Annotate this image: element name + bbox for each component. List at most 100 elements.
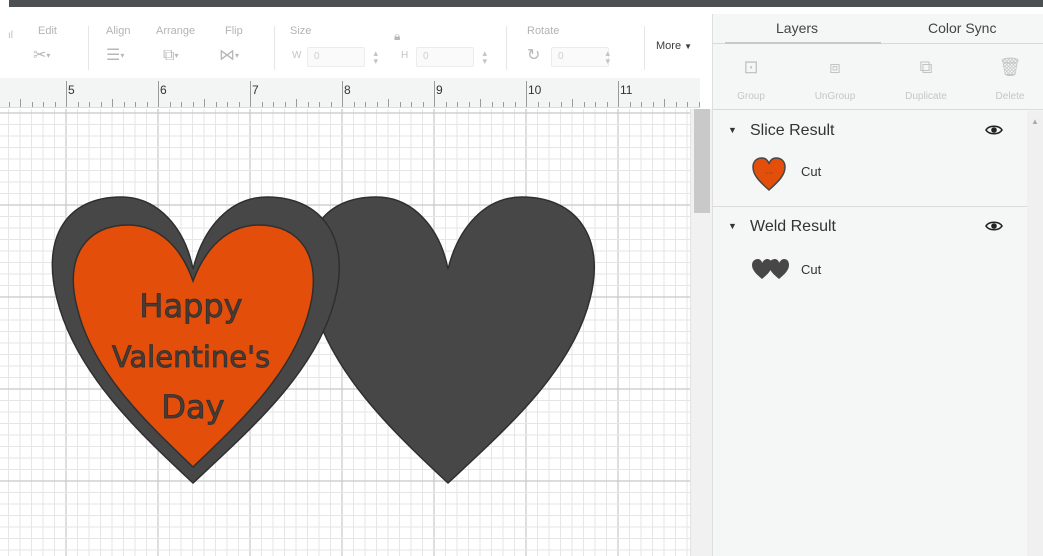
ruler-tick: [100, 102, 102, 107]
ruler-tick: [89, 102, 90, 107]
ruler-tick: [388, 99, 389, 107]
layer-group-slice-result[interactable]: ▼ Slice Result: [713, 115, 1027, 147]
ruler-tick: [261, 102, 263, 107]
toolbar-divider: [88, 26, 89, 70]
width-input[interactable]: 0 ▴ ▾: [307, 47, 378, 67]
ruler-tick: [365, 102, 366, 107]
ruler-tick: [537, 102, 539, 107]
ungroup-label: UnGroup: [814, 91, 856, 102]
ruler-tick: [204, 99, 205, 107]
rotate-label: Rotate: [527, 25, 560, 37]
group-icon: ⊡: [743, 57, 759, 77]
ruler-tick: [549, 102, 550, 107]
ruler-tick: [560, 102, 562, 107]
arrange-icon[interactable]: ⧉▾: [163, 46, 178, 66]
ruler-number: 10: [528, 83, 542, 97]
ruler-number: 7: [252, 83, 259, 97]
eye-icon[interactable]: [985, 123, 1003, 141]
canvas-area[interactable]: Happy Valentine's Day: [0, 109, 690, 556]
width-stepper-icon[interactable]: ▴ ▾: [373, 49, 378, 66]
ruler-tick: [54, 102, 56, 107]
ruler-number: 11: [620, 83, 633, 97]
ungroup-icon: ⧈: [829, 57, 841, 77]
layer-item[interactable]: ~~ Cut: [713, 151, 1027, 201]
ruler-tick: [31, 102, 33, 107]
duplicate-icon: ⧉: [919, 57, 933, 77]
width-label: W: [292, 50, 302, 61]
toolbar-divider: [506, 26, 507, 70]
flip-icon[interactable]: ⋈▾: [219, 46, 239, 66]
ruler-tick: [250, 81, 251, 107]
edit-scissors-icon[interactable]: ✂▾: [33, 46, 50, 66]
ruler-tick: [77, 102, 79, 107]
layer-group-weld-result[interactable]: ▼ Weld Result: [713, 211, 1027, 243]
trash-icon: 🗑︎: [998, 57, 1022, 77]
valentine-text-line: Happy: [139, 287, 242, 325]
svg-text:~~: ~~: [765, 171, 773, 177]
window-top-strip: [0, 0, 1043, 9]
ruler-tick: [158, 81, 159, 107]
height-stepper-icon[interactable]: ▴ ▾: [482, 49, 487, 66]
group-button[interactable]: ⊡ Group: [716, 52, 786, 102]
align-label: Align: [106, 25, 131, 37]
layer-actions: ⊡ Group ⧈ UnGroup ⧉ Duplicate 🗑︎ Delete: [713, 44, 1043, 110]
ruler-tick: [307, 102, 309, 107]
ruler-tick: [112, 99, 113, 107]
ruler-tick: [618, 81, 619, 107]
ruler-tick: [66, 81, 67, 107]
ruler-tick: [319, 102, 320, 107]
ruler-tick: [192, 102, 194, 107]
ungroup-button[interactable]: ⧈ UnGroup: [800, 52, 870, 102]
rotate-input[interactable]: 0 ▴ ▾: [551, 47, 610, 67]
ruler-tick: [606, 102, 608, 107]
ruler-tick: [296, 99, 297, 107]
caret-down-icon: ▼: [684, 42, 693, 51]
delete-label: Delete: [995, 91, 1025, 102]
canvas-vertical-scrollbar[interactable]: [690, 109, 712, 556]
tab-color-sync[interactable]: Color Sync: [928, 20, 996, 36]
ruler-tick: [273, 102, 274, 107]
caret-down-icon[interactable]: ▼: [728, 125, 737, 135]
ruler-tick: [399, 102, 401, 107]
group-divider: [713, 206, 1027, 207]
ruler-tick: [526, 81, 527, 107]
rotate-stepper-icon[interactable]: ▴ ▾: [605, 49, 610, 66]
partial-left-icon: ıl: [8, 30, 13, 41]
ruler-tick: [342, 81, 343, 107]
ruler-tick: [330, 102, 332, 107]
height-input[interactable]: 0 ▴ ▾: [416, 47, 487, 67]
ruler-tick: [595, 102, 596, 107]
more-button[interactable]: More ▼: [656, 40, 692, 52]
delete-button[interactable]: 🗑︎ Delete: [975, 52, 1043, 102]
ruler-tick: [641, 102, 642, 107]
ruler-tick: [480, 99, 481, 107]
rotate-value: 0: [558, 51, 564, 62]
ruler-tick: [491, 102, 493, 107]
height-value: 0: [423, 51, 429, 62]
tab-layers[interactable]: Layers: [776, 20, 818, 36]
ruler-tick: [135, 102, 136, 107]
layer-operation: Cut: [801, 262, 822, 277]
horizontal-ruler: 5 6 7 8 9 10 11: [0, 78, 700, 108]
ruler-number: 9: [436, 83, 443, 97]
scroll-up-icon[interactable]: ▲: [1031, 117, 1039, 126]
layer-list-scrollbar[interactable]: ▲: [1027, 111, 1043, 556]
ruler-tick: [468, 102, 470, 107]
lock-icon[interactable]: 🔒︎: [394, 26, 400, 46]
layer-item[interactable]: Cut: [713, 249, 1027, 299]
ruler-tick: [583, 102, 585, 107]
double-heart-icon: [751, 258, 791, 285]
ruler-tick: [181, 102, 182, 107]
ruler-tick: [457, 102, 458, 107]
ruler-tick: [675, 102, 677, 107]
duplicate-button[interactable]: ⧉ Duplicate: [891, 52, 961, 102]
more-label: More: [656, 40, 682, 52]
scrollbar-thumb[interactable]: [694, 109, 710, 213]
align-icon[interactable]: ☰▾: [106, 46, 124, 66]
valentine-text-line: Day: [161, 388, 224, 426]
eye-icon[interactable]: [985, 219, 1003, 237]
ruler-tick: [215, 102, 217, 107]
caret-down-icon[interactable]: ▼: [728, 221, 737, 231]
orange-heart-icon: ~~: [751, 156, 787, 197]
size-label: Size: [290, 25, 312, 37]
